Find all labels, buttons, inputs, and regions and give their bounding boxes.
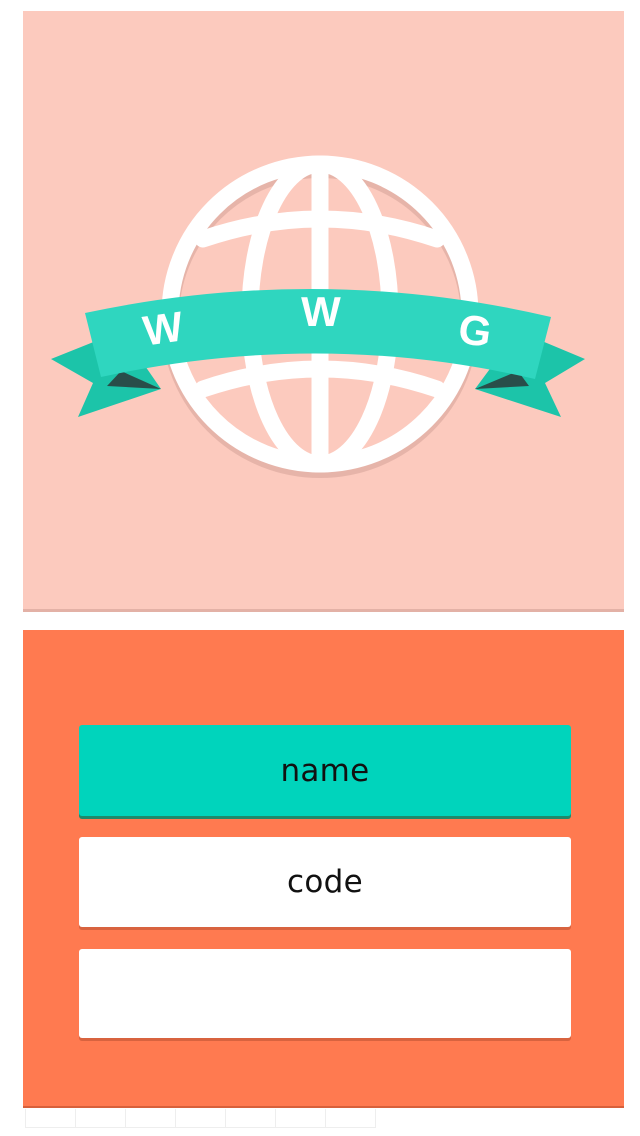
bottom-strip [25,1109,376,1128]
letter-g: G [456,305,495,356]
name-label: name [280,752,370,789]
letter-w2: W [301,288,341,335]
strip-cell [25,1109,76,1128]
code-field[interactable]: code [79,837,571,927]
strip-cell [76,1109,126,1128]
code-label: code [287,864,363,900]
name-button[interactable]: name [79,725,571,816]
wwg-logo: W W G [51,155,585,478]
logo-panel: W W G [23,11,624,609]
strip-cell [226,1109,276,1128]
strip-cell [176,1109,226,1128]
letter-w1: W [140,302,186,354]
blank-field[interactable] [79,949,571,1038]
strip-cell [326,1109,376,1128]
strip-cell [276,1109,326,1128]
strip-cell [126,1109,176,1128]
form-panel: name code [23,630,624,1106]
